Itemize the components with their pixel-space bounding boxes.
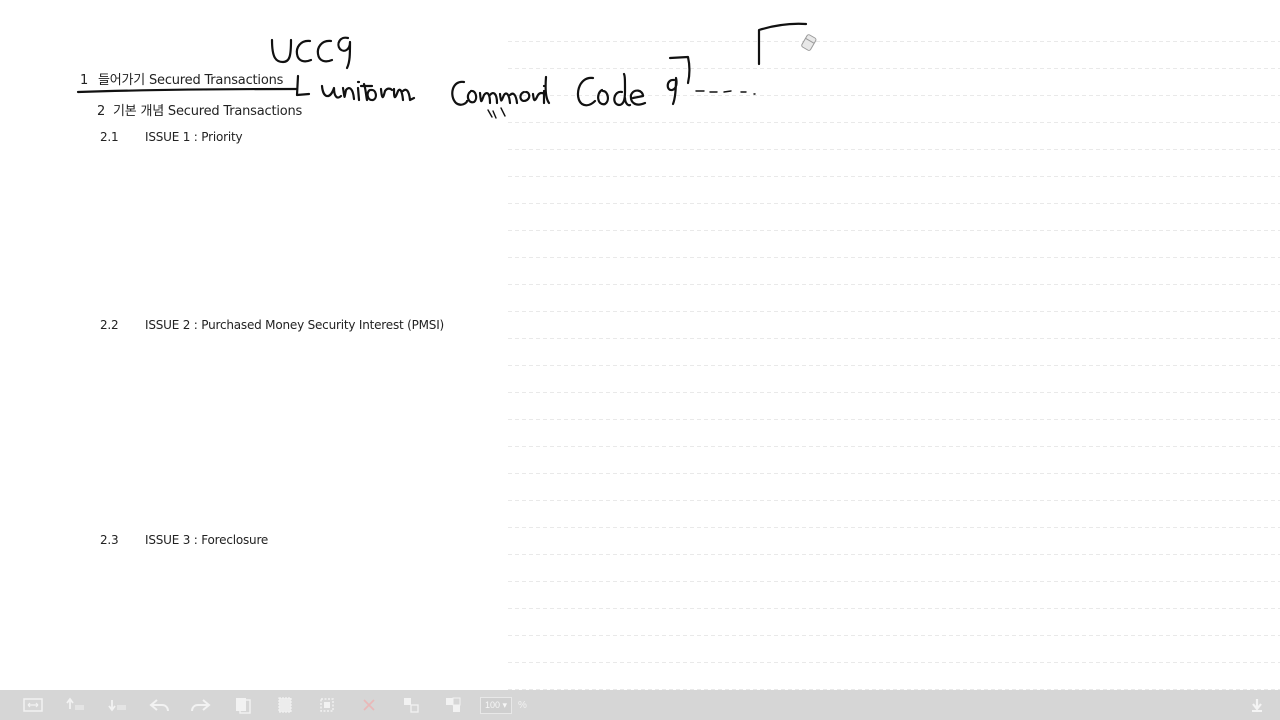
outline-title: 기본 개념 Secured Transactions [113, 104, 303, 119]
copy-page-icon [236, 698, 251, 714]
outline-issue-2[interactable]: 2.2 ISSUE 2 : Purchased Money Security In… [100, 318, 444, 332]
blank-page-button[interactable] [270, 694, 300, 716]
move-up-button[interactable] [60, 694, 90, 716]
blank-page-icon [278, 697, 292, 713]
move-up-icon [66, 697, 84, 710]
outline-number: 2.3 [100, 533, 119, 547]
outline-panel: 1 들어가기 Secured Transactions 2 기본 개념 Secure… [0, 0, 505, 690]
chevron-down-icon: ▾ [502, 699, 508, 710]
outline-number: 2.1 [100, 130, 119, 144]
zoom-value: 100 [484, 700, 500, 710]
fit-width-button[interactable] [18, 694, 48, 716]
layout-icon [446, 697, 461, 712]
select-button[interactable] [312, 694, 342, 716]
outline-title: ISSUE 3 : Foreclosure [145, 533, 269, 547]
note-page: 1 들어가기 Secured Transactions 2 기본 개념 Secure… [0, 0, 1280, 720]
zoom-select[interactable]: 100 ▾ [480, 696, 512, 714]
outline-title: 들어가기 Secured Transactions [98, 73, 284, 88]
redo-icon [191, 699, 211, 712]
outline-title: ISSUE 2 : Purchased Money Security Inter… [145, 318, 445, 332]
scroll-down-button[interactable] [1246, 694, 1268, 716]
undo-icon [149, 699, 169, 712]
outline-number: 2.2 [100, 318, 119, 332]
undo-button[interactable] [144, 694, 174, 716]
redo-button[interactable] [186, 694, 216, 716]
outline-heading-2[interactable]: 2 기본 개념 Secured Transactions [97, 100, 302, 119]
outline-title: ISSUE 1 : Priority [145, 130, 243, 144]
delete-icon [363, 699, 375, 711]
ruled-writing-area[interactable] [505, 0, 1280, 690]
delete-button[interactable] [354, 694, 384, 716]
select-icon [320, 698, 334, 712]
move-down-button[interactable] [102, 694, 132, 716]
grid-icon [404, 698, 419, 713]
grid-button[interactable] [396, 694, 426, 716]
fit-width-icon [23, 698, 43, 712]
scroll-down-icon [1252, 699, 1262, 712]
outline-issue-3[interactable]: 2.3 ISSUE 3 : Foreclosure [100, 533, 268, 547]
copy-page-button[interactable] [228, 694, 258, 716]
outline-number: 2 [97, 104, 106, 119]
move-down-icon [108, 700, 126, 712]
outline-issue-1[interactable]: 2.1 ISSUE 1 : Priority [100, 130, 243, 144]
outline-number: 1 [80, 73, 89, 88]
zoom-unit: % [518, 699, 527, 711]
zoom-control: 100 ▾ % [480, 696, 527, 714]
layout-button[interactable] [438, 694, 468, 716]
outline-heading-1[interactable]: 1 들어가기 Secured Transactions [80, 69, 283, 88]
bottom-toolbar: 100 ▾ % [0, 690, 1280, 720]
